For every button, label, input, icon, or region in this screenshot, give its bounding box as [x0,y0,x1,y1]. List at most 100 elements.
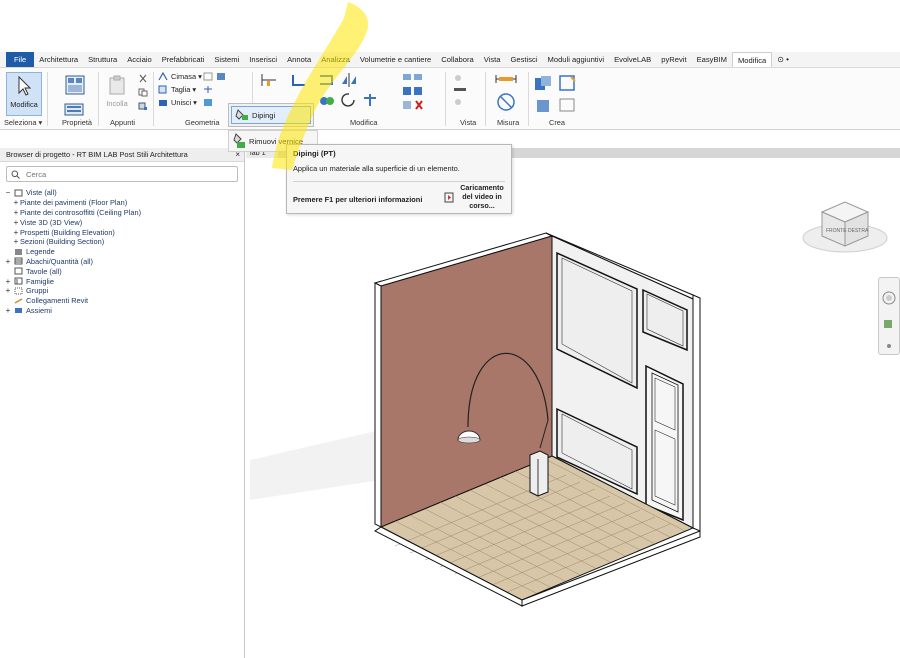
offset-icon[interactable] [290,72,308,88]
expand-toggle[interactable]: + [4,286,12,295]
create-assembly-icon[interactable] [533,74,555,92]
browser-tree: − Viste (all) + Piante dei pavimenti (Fl… [0,188,245,315]
match-properties-icon[interactable] [138,102,148,111]
tab-moduli-aggiuntivi[interactable]: Moduli aggiuntivi [543,52,610,67]
browser-search-box[interactable] [6,166,238,182]
paste-button[interactable]: Incolla [100,72,134,116]
tab-annota[interactable]: Annota [282,52,316,67]
tab-acciaio[interactable]: Acciaio [122,52,156,67]
tooltip-description: Applica un materiale alla superficie di … [293,164,460,173]
tab-analizza[interactable]: Analizza [316,52,355,67]
tree-node-label: Prospetti (Building Elevation) [20,227,115,237]
tree-node-families[interactable]: + Famiglie [0,276,245,286]
viewcube-right-label: DESTRA [848,228,869,234]
expand-toggle[interactable]: + [4,257,12,266]
remove-paint-icon [233,133,245,148]
contextual-tab-glyph: ⊙ • [777,55,789,64]
trim-extend-icon[interactable] [362,92,380,108]
tab-pyrevit[interactable]: pyRevit [656,52,691,67]
tooltip-video-loading: Caricamento del video in corso... [460,183,504,210]
mirror-pick-axis-icon[interactable] [318,72,336,88]
tree-node-elevations[interactable]: + Prospetti (Building Elevation) [0,227,245,237]
tab-modifica[interactable]: Modifica [731,52,773,67]
tab-file[interactable]: File [6,52,35,67]
viewcube-front-label: FRONTE [826,228,847,234]
split-face-icon[interactable] [203,85,213,94]
tab-volumetrie[interactable]: Volumetrie e cantiere [355,52,436,67]
join-geometry-button[interactable]: Unisci ▾ [158,98,197,107]
project-browser-title-bar: Browser di progetto - RT BIM LAB Post St… [0,148,244,162]
wall-joins-icon[interactable] [203,72,213,81]
select-panel-dropdown[interactable]: Seleziona ▾ [4,118,42,127]
ribbon-tab-bar: File Architettura Struttura Acciaio Pref… [0,52,900,68]
tree-node-label: Piante dei pavimenti (Floor Plan) [20,198,128,208]
create-group-icon[interactable] [533,96,555,114]
pin-icon[interactable] [402,100,424,110]
paste-icon [109,75,125,95]
move-icon[interactable] [318,92,336,108]
tab-collabora[interactable]: Collabora [436,52,479,67]
paint-menu-item[interactable]: Dipingi [231,106,311,124]
tab-architettura[interactable]: Architettura [34,52,83,67]
tree-node-floor-plans[interactable]: + Piante dei pavimenti (Floor Plan) [0,198,245,208]
beam-joins-icon[interactable] [216,72,226,81]
sheet-icon [14,267,23,275]
collapse-toggle[interactable]: − [4,188,12,197]
dimension-icon[interactable] [495,92,517,112]
cut-geometry-label: Taglia ▾ [171,85,197,94]
lamp-base[interactable] [529,450,549,497]
family-icon [14,277,23,285]
type-properties-icon[interactable] [64,103,84,116]
paint-menu-label: Dipingi [252,110,276,120]
tree-node-revit-links[interactable]: Collegamenti Revit [0,296,245,306]
tree-node-ceiling-plans[interactable]: + Piante dei controsoffitti (Ceiling Pla… [0,208,245,218]
expand-toggle[interactable]: + [4,306,12,315]
video-icon [444,192,454,203]
expand-toggle[interactable]: + [12,228,20,237]
tab-prefabbricati[interactable]: Prefabbricati [157,52,210,67]
tab-inserisci[interactable]: Inserisci [244,52,282,67]
create-similar-icon[interactable] [557,96,579,114]
expand-toggle[interactable]: + [4,277,12,286]
view-tools-icon[interactable] [452,72,476,108]
cut-geometry-button[interactable]: Taglia ▾ [158,85,196,94]
cope-button[interactable]: Cimasa ▾ [158,72,202,81]
navigation-bar[interactable] [878,277,900,355]
tree-node-groups[interactable]: + Gruppi [0,286,245,296]
copy-icon[interactable] [138,88,148,97]
contextual-tab-toggle[interactable]: ⊙ • [772,52,794,67]
tab-gestisci[interactable]: Gestisci [506,52,543,67]
measure-icon[interactable] [495,72,517,86]
modify-tool-label: Modifica [10,100,38,109]
tab-evolvelab[interactable]: EvolveLAB [609,52,656,67]
tab-sistemi[interactable]: Sistemi [209,52,244,67]
tree-node-legends[interactable]: Legende [0,247,245,257]
rotate-icon[interactable] [340,92,358,108]
expand-toggle[interactable]: + [12,237,20,246]
mirror-draw-axis-icon[interactable] [340,72,358,88]
tab-easybim[interactable]: EasyBIM [692,52,732,67]
cut-icon[interactable] [138,74,148,83]
modify-tool-button[interactable]: Modifica [6,72,42,116]
scale-icon[interactable] [402,86,424,96]
tree-node-viste[interactable]: − Viste (all) [0,188,245,198]
tree-node-sections[interactable]: + Sezioni (Building Section) [0,237,245,247]
tree-node-schedules[interactable]: + Abachi/Quantità (all) [0,257,245,267]
copy-array-icon[interactable] [402,72,424,82]
expand-toggle[interactable]: + [12,218,20,227]
expand-toggle[interactable]: + [12,198,20,207]
align-icon[interactable] [260,72,278,88]
tree-node-assemblies[interactable]: + Assiemi [0,306,245,316]
demolish-icon[interactable] [203,98,213,107]
viewcube[interactable]: FRONTE DESTRA [800,190,890,260]
expand-toggle[interactable]: + [12,208,20,217]
view-panel-label: Vista [460,118,477,127]
tab-struttura[interactable]: Struttura [83,52,122,67]
paint-tooltip: Dipingi (PT) Applica un materiale alla s… [286,144,512,214]
search-input[interactable] [26,169,206,179]
door[interactable] [645,364,684,522]
tree-node-3d-views[interactable]: + Viste 3D (3D View) [0,217,245,227]
tree-node-sheets[interactable]: Tavole (all) [0,266,245,276]
create-parts-icon[interactable] [557,74,579,92]
tab-vista[interactable]: Vista [479,52,506,67]
